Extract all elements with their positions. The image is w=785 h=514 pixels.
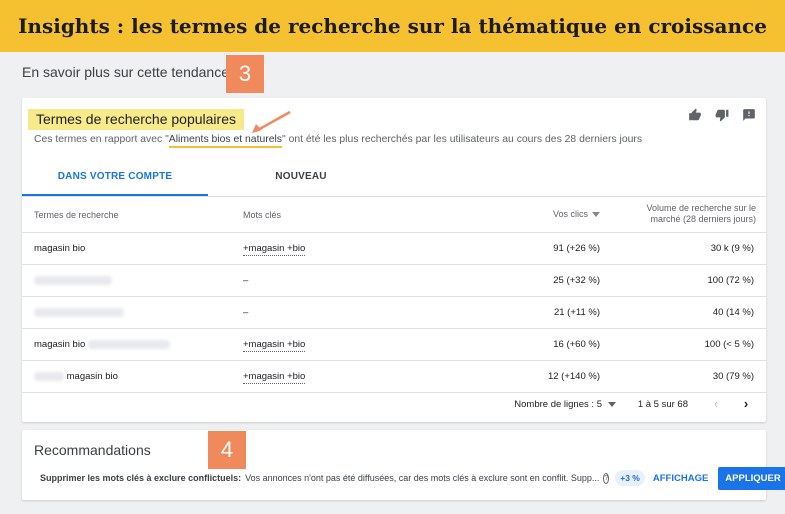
cell-keywords: +magasin +bio (243, 233, 306, 264)
term-text: magasin bio (66, 371, 118, 382)
keyword-link[interactable]: +magasin +bio (243, 371, 306, 384)
column-header-volume[interactable]: Volume de recherche sur le marché (28 de… (626, 203, 756, 225)
cell-keywords: – (243, 275, 249, 286)
tab-in-account[interactable]: DANS VOTRE COMPTE (22, 160, 208, 196)
uplift-chip: +3 % (615, 470, 645, 486)
rows-per-page-value: 5 (596, 399, 602, 410)
card-actions (688, 108, 756, 122)
next-page-icon[interactable]: › (738, 396, 754, 412)
recommendations-card: Recommandations Supprimer les mots clés … (22, 430, 785, 500)
cell-term: magasin bio (34, 329, 170, 360)
keyword-link[interactable]: +magasin +bio (243, 339, 306, 352)
description-post: " ont été les plus recherchés par les ut… (282, 134, 643, 145)
cell-term (34, 297, 124, 328)
table-row: magasin bio +magasin +bio 91 (+26 %) 30 … (22, 233, 766, 265)
cell-volume: 100 (72 %) (707, 275, 754, 286)
tab-new[interactable]: NOUVEAU (208, 160, 394, 194)
cell-clicks: 25 (+32 %) (553, 275, 600, 286)
description-pre: Ces termes en rapport avec " (34, 134, 169, 145)
recommendation-item-title: Supprimer les mots clés à exclure confli… (40, 473, 242, 483)
column-header-keywords[interactable]: Mots clés (243, 210, 281, 220)
table-row: magasin bio +magasin +bio 16 (+60 %) 100… (22, 329, 766, 361)
sub-heading: En savoir plus sur cette tendance (22, 64, 230, 80)
step-badge-4: 4 (208, 431, 246, 469)
column-header-clicks-label: Vos clics (552, 209, 588, 219)
cell-clicks: 16 (+60 %) (553, 339, 600, 350)
keyword-link[interactable]: +magasin +bio (243, 243, 306, 256)
recommendation-item: Supprimer les mots clés à exclure confli… (22, 464, 785, 492)
dropdown-arrow-icon (608, 402, 616, 407)
table-header: Termes de recherche Mots clés Vos clics … (22, 197, 766, 233)
cell-keywords: – (243, 307, 249, 318)
cell-term (34, 265, 112, 296)
redacted-term (87, 339, 170, 349)
rows-per-page-label: Nombre de lignes : (514, 399, 594, 410)
apply-button[interactable]: APPLIQUER (718, 466, 785, 490)
card-description: Ces termes en rapport avec "Aliments bio… (34, 134, 643, 148)
banner-title: Insights : les termes de recherche sur l… (18, 14, 767, 38)
help-icon[interactable]: ? (603, 472, 610, 484)
popular-search-terms-card: Termes de recherche populaires Ces terme… (22, 98, 766, 422)
cell-clicks: 21 (+11 %) (553, 307, 600, 318)
thumb-up-icon[interactable] (688, 108, 702, 122)
card-title: Termes de recherche populaires (28, 109, 244, 130)
recommendations-title: Recommandations (34, 442, 151, 458)
cell-volume: 40 (14 %) (712, 307, 754, 318)
cell-term: magasin bio (34, 243, 86, 254)
sort-down-icon (592, 211, 600, 217)
thumb-down-icon[interactable] (715, 108, 729, 122)
term-text: magasin bio (34, 339, 86, 350)
cell-volume: 30 k (9 %) (710, 243, 754, 254)
step-badge-3: 3 (226, 55, 264, 93)
recommendation-item-text: Vos annonces n'ont pas été diffusées, ca… (245, 473, 600, 483)
tab-bar: DANS VOTRE COMPTE NOUVEAU (22, 160, 766, 197)
redacted-term (34, 371, 64, 381)
cell-clicks: 91 (+26 %) (553, 243, 600, 254)
description-highlight: Aliments bios et naturels (168, 134, 282, 148)
banner: Insights : les termes de recherche sur l… (0, 0, 785, 52)
column-header-clicks[interactable]: Vos clics (553, 209, 600, 219)
table-row: – 21 (+11 %) 40 (14 %) (22, 297, 766, 329)
redacted-term (34, 275, 112, 285)
arrow-annotation-icon (252, 110, 291, 133)
redacted-term (34, 307, 124, 317)
feedback-icon[interactable] (742, 108, 756, 122)
table-row: – 25 (+32 %) 100 (72 %) (22, 265, 766, 297)
column-header-term[interactable]: Termes de recherche (34, 210, 119, 220)
rows-per-page-select[interactable]: 5 (597, 399, 616, 410)
pagination: Nombre de lignes : 5 1 à 5 sur 68 ‹ › (22, 388, 766, 422)
prev-page-icon[interactable]: ‹ (708, 396, 724, 412)
cell-keywords: +magasin +bio (243, 329, 306, 360)
cell-volume: 100 (< 5 %) (704, 339, 754, 350)
page-range: 1 à 5 sur 68 (637, 399, 688, 410)
view-button[interactable]: AFFICHAGE (653, 473, 708, 484)
